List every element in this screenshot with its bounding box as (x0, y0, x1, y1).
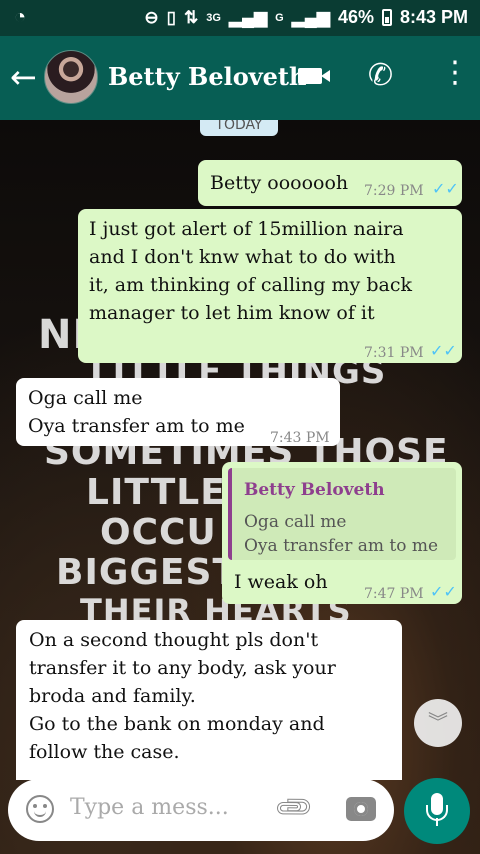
message-text: Betty ooooooh (210, 172, 349, 194)
message-time: 7:29 PM (364, 183, 424, 199)
quoted-sender: Betty Beloveth (244, 480, 385, 500)
chat-header: ← Betty Beloveth ✆ ⋮ (0, 36, 480, 120)
message-text: I just got alert of 15million naira (89, 218, 404, 240)
avatar[interactable] (44, 50, 98, 104)
message-time: 7:31 PM (364, 345, 424, 361)
message-text: manager to let him know of it (89, 302, 375, 324)
notification-icon: ◔ (14, 6, 27, 28)
chevron-down-icon: ︾ (428, 710, 448, 734)
vibrate-icon: ▯ (166, 7, 177, 27)
read-receipt-icon: ✓✓ (432, 179, 459, 198)
message-text: and I don't knw what to do with (89, 246, 396, 268)
battery-percent: 46% (337, 7, 374, 27)
mic-stem (436, 818, 438, 826)
phone-icon[interactable]: ✆ (368, 58, 393, 93)
scroll-to-bottom-button[interactable]: ︾ (414, 699, 462, 747)
video-call-icon[interactable] (298, 68, 330, 84)
message-bubble-outgoing[interactable]: I just got alert of 15million naira and … (78, 209, 462, 363)
wallpaper-text: BIGGEST (56, 552, 239, 593)
message-input[interactable]: Type a mess... (70, 795, 229, 820)
quoted-message[interactable]: Betty Beloveth Oga call me Oya transfer … (228, 468, 456, 560)
message-bubble-outgoing[interactable]: Betty Beloveth Oga call me Oya transfer … (222, 462, 462, 604)
message-text: I weak oh (234, 571, 328, 593)
quoted-text: Oya transfer am to me (244, 536, 439, 556)
message-text: transfer it to any body, ask your (29, 657, 336, 679)
signal-icon-2: ▂▄▆ (291, 7, 330, 27)
status-bar: ◔ ⊖ ▯ ⇅ 3G ▂▄▆ G ▂▄▆ 46% 8:43 PM (0, 0, 480, 36)
mic-icon (426, 793, 448, 821)
wallpaper-text: OCCU (100, 512, 217, 553)
message-text: it, am thinking of calling my back (89, 274, 412, 296)
back-arrow-icon[interactable]: ← (10, 58, 37, 96)
network-type: 3G (206, 11, 221, 24)
read-receipt-icon: ✓✓ (430, 582, 457, 601)
network-type-2: G (275, 11, 284, 24)
message-text: Oga call me (28, 387, 143, 409)
message-text: On a second thought pls don't (29, 629, 319, 651)
message-text: Go to the bank on monday and (29, 713, 325, 735)
message-input-bar[interactable]: Type a mess... 📎︎ (8, 779, 394, 841)
read-receipt-icon: ✓✓ (430, 341, 457, 360)
wallpaper-text: LITTLE (86, 472, 226, 513)
paperclip-icon[interactable]: 📎︎ (272, 786, 317, 831)
message-bubble-incoming[interactable]: Oga call me Oya transfer am to me 7:43 P… (16, 378, 340, 446)
status-icons: ⊖ ▯ ⇅ 3G ▂▄▆ G ▂▄▆ 46% 8:43 PM (144, 7, 468, 28)
message-text: follow the case. (29, 741, 180, 763)
data-arrows-icon: ⇅ (184, 7, 199, 27)
clock: 8:43 PM (399, 7, 468, 27)
message-time: 7:47 PM (364, 586, 424, 602)
battery-icon (381, 9, 392, 26)
emoji-icon[interactable] (26, 795, 54, 823)
dnd-icon: ⊖ (144, 7, 159, 27)
message-bubble-outgoing[interactable]: Betty ooooooh 7:29 PM ✓✓ (198, 160, 462, 206)
signal-icon: ▂▄▆ (228, 7, 268, 27)
message-text: Oya transfer am to me (28, 415, 245, 437)
more-vert-icon[interactable]: ⋮ (440, 58, 470, 88)
message-bubble-incoming[interactable]: On a second thought pls don't transfer i… (16, 620, 402, 780)
message-text: broda and family. (29, 685, 196, 707)
camera-icon[interactable] (346, 797, 376, 821)
message-time: 7:43 PM (270, 430, 330, 446)
contact-name[interactable]: Betty Beloveth (108, 62, 306, 91)
voice-record-button[interactable] (404, 778, 470, 844)
